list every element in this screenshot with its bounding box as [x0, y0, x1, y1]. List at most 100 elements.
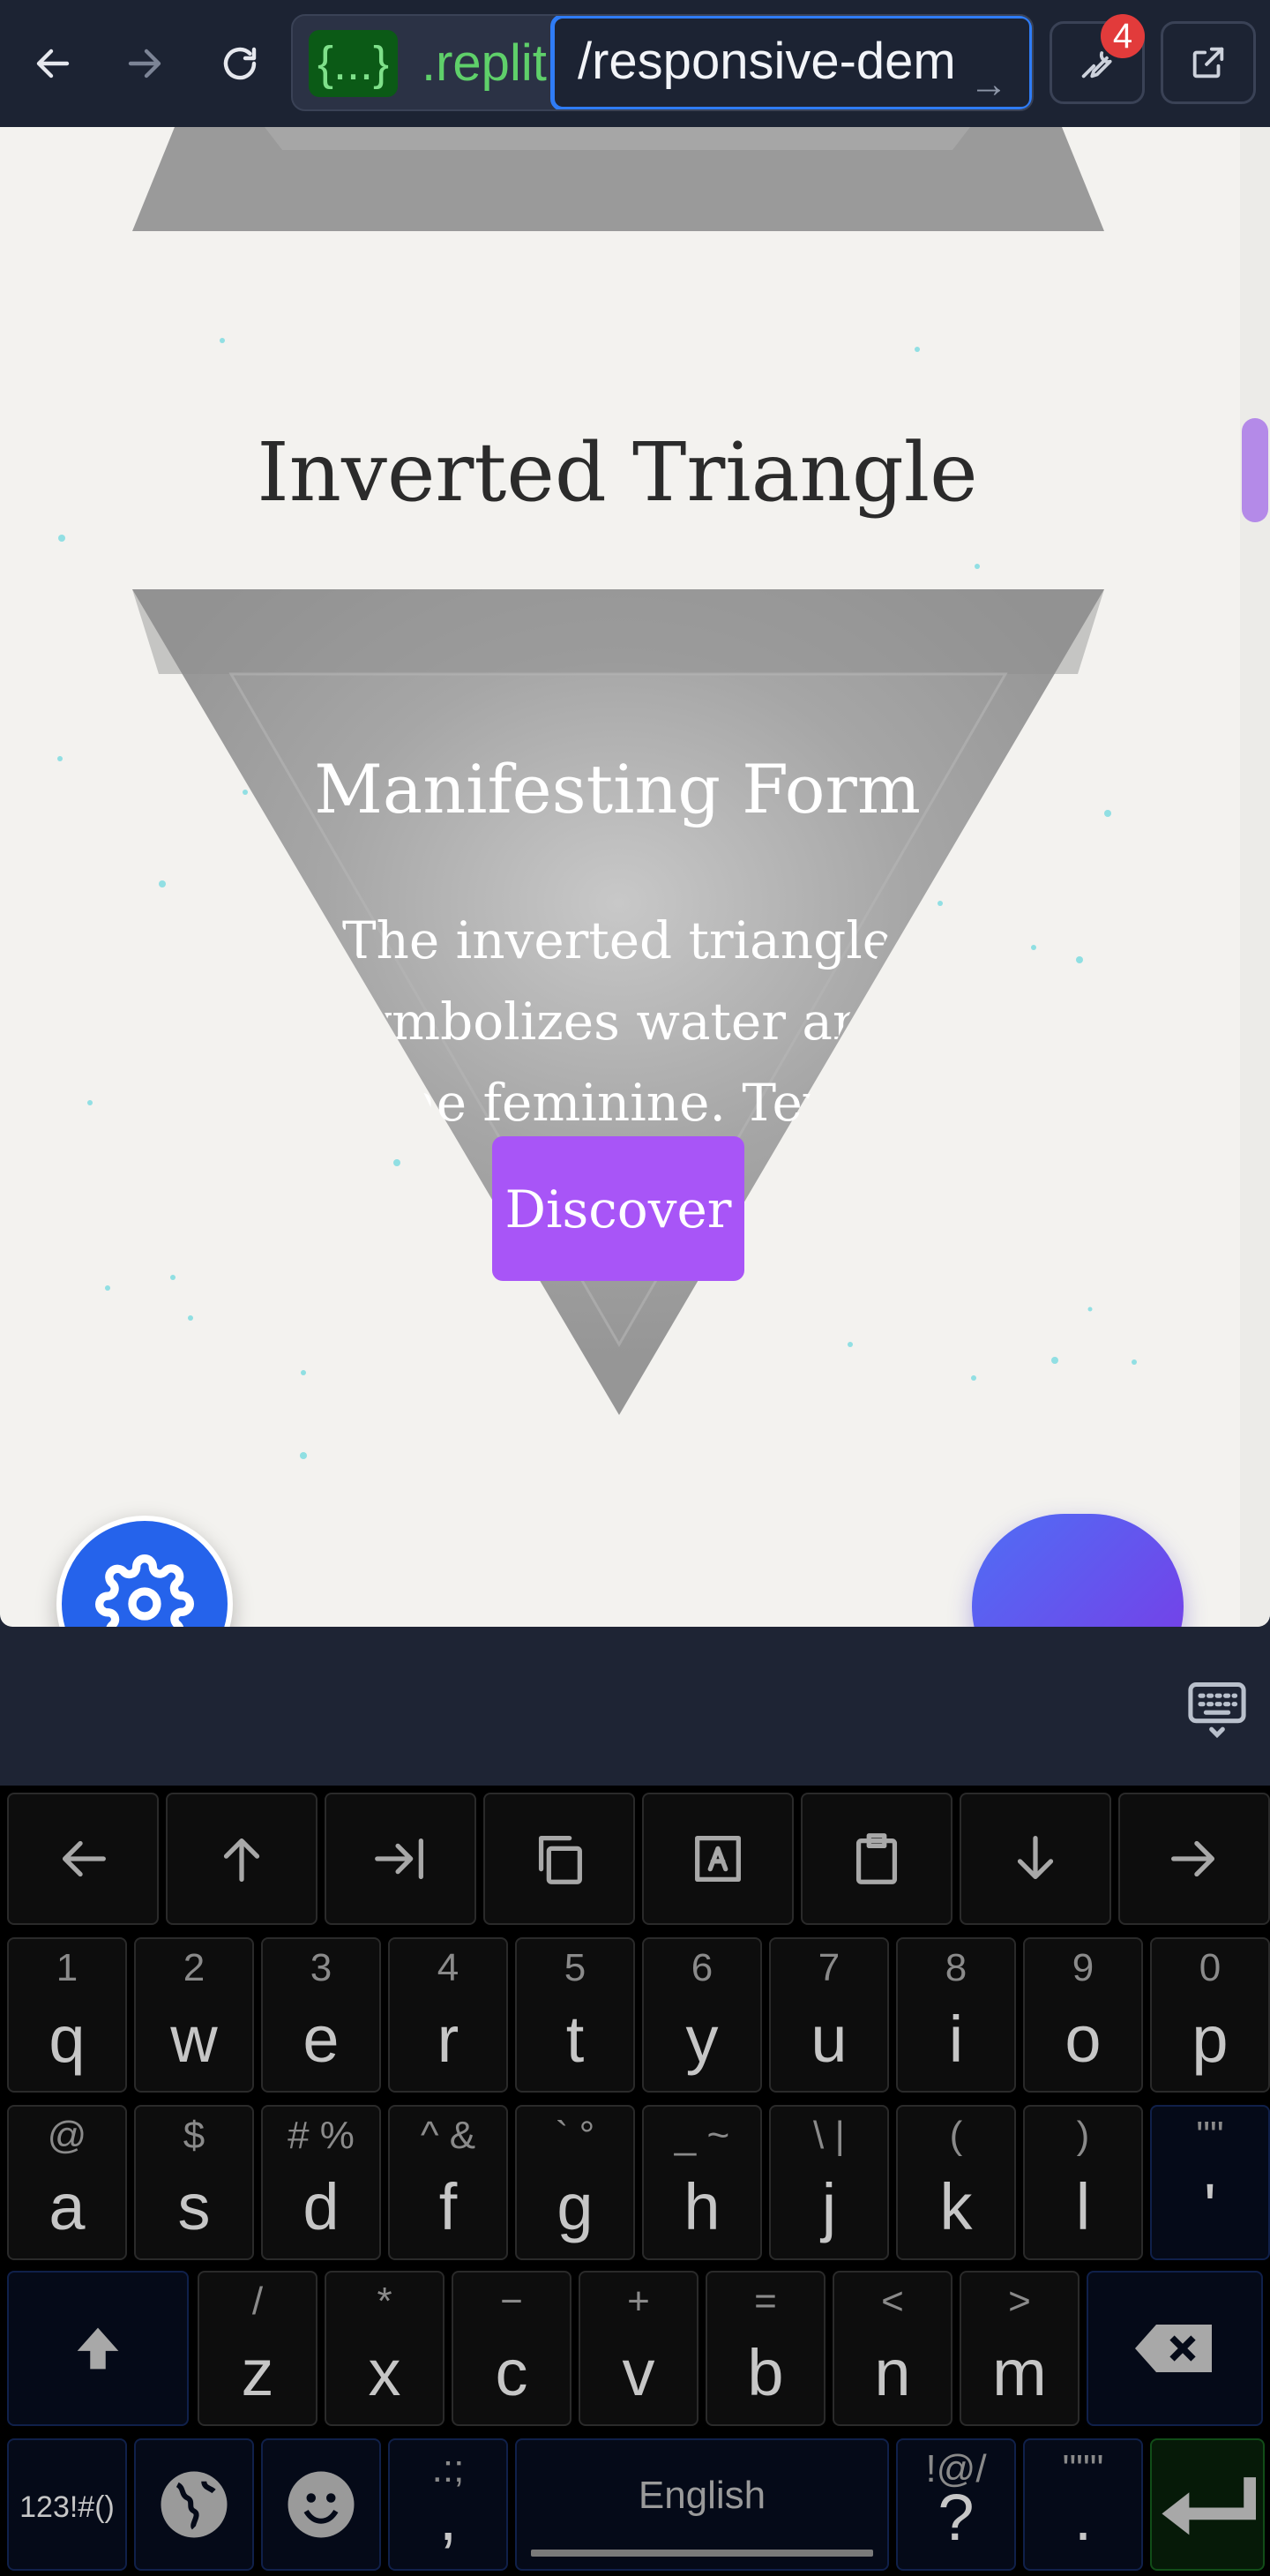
- keyboard-toolbar-key[interactable]: [166, 1793, 318, 1925]
- key-d[interactable]: # % d: [261, 2105, 381, 2260]
- shift-key[interactable]: [7, 2271, 189, 2426]
- key-secondary-label: 7: [818, 1946, 840, 1989]
- url-bar[interactable]: {...} .replit /responsive-dem →: [291, 14, 1034, 111]
- keyboard-toolbar-key[interactable]: [1118, 1793, 1270, 1925]
- key-secondary-label: 4: [437, 1946, 459, 1989]
- key-r[interactable]: 4r: [388, 1937, 508, 2093]
- globe-icon: [161, 2471, 228, 2538]
- key-b[interactable]: = b: [706, 2271, 826, 2426]
- key-label: d: [303, 2170, 340, 2243]
- key-label: e: [303, 2003, 340, 2076]
- keyboard-toolbar-key[interactable]: [801, 1793, 952, 1925]
- inverted-triangle-shape: [132, 589, 1104, 1415]
- key-secondary-label: 6: [691, 1946, 713, 1989]
- key-secondary-label: 0: [1199, 1946, 1221, 1989]
- key-i[interactable]: 8i: [896, 1937, 1016, 2093]
- key-secondary-label: 1: [56, 1946, 78, 1989]
- key-label: ,: [438, 2481, 458, 2554]
- soft-keyboard: 1 q 2 w 3 e 4 r 5 t 6 y 7 u 8 i 9 o 0 p @ a $ s # % d ^ & f ` ° g _ ~ h…: [0, 1786, 1270, 2576]
- key-secondary-label: 2: [183, 1946, 205, 1989]
- key-label: y: [685, 2003, 719, 2076]
- key-secondary-label: (: [949, 2114, 963, 2157]
- keyboard-toolbar-key[interactable]: [7, 1793, 159, 1925]
- keyboard-toolbar-key[interactable]: [960, 1793, 1111, 1925]
- key-j[interactable]: \ | j: [769, 2105, 889, 2260]
- key-g[interactable]: ` ° g: [515, 2105, 635, 2260]
- symbols-key[interactable]: 123!#(): [7, 2438, 127, 2571]
- key-label: a: [49, 2170, 86, 2243]
- discover-button[interactable]: Discover: [492, 1136, 744, 1281]
- key-q[interactable]: 1q: [7, 1937, 127, 2093]
- forward-button[interactable]: [113, 32, 176, 95]
- key-s[interactable]: $ s: [134, 2105, 254, 2260]
- key-label: 123!#(): [19, 2490, 115, 2524]
- key-secondary-label: <: [881, 2280, 904, 2323]
- key-n[interactable]: < n: [833, 2271, 952, 2426]
- period-key[interactable]: """.: [1023, 2438, 1143, 2571]
- key-secondary-label: ` °: [555, 2114, 595, 2157]
- keyboard-toolbar-key[interactable]: [325, 1793, 476, 1925]
- key-z[interactable]: / z: [198, 2271, 318, 2426]
- key-a[interactable]: @ a: [7, 2105, 127, 2260]
- comma-key[interactable]: .:;,: [388, 2438, 508, 2571]
- key-label: m: [992, 2336, 1047, 2409]
- key-t[interactable]: 5t: [515, 1937, 635, 2093]
- back-button[interactable]: [21, 32, 85, 95]
- key-secondary-label: _ ~: [674, 2114, 730, 2157]
- key-w[interactable]: 2w: [134, 1937, 254, 2093]
- key-secondary-label: # %: [288, 2114, 355, 2157]
- key-p[interactable]: 0p: [1150, 1937, 1270, 2093]
- key-v[interactable]: + v: [579, 2271, 698, 2426]
- key-label: c: [495, 2336, 528, 2409]
- question-key[interactable]: !@/?: [896, 2438, 1016, 2571]
- key-x[interactable]: * x: [325, 2271, 444, 2426]
- key-secondary-label: =: [754, 2280, 777, 2323]
- keyboard-toolbar-key[interactable]: [642, 1793, 794, 1925]
- key-label: n: [874, 2336, 911, 2409]
- key-label: i: [948, 2003, 964, 2076]
- key-o[interactable]: 9o: [1023, 1937, 1143, 2093]
- emoji-key[interactable]: [261, 2438, 381, 2571]
- key-label: l: [1075, 2170, 1091, 2243]
- notification-badge: 4: [1101, 14, 1145, 58]
- key-e[interactable]: 3e: [261, 1937, 381, 2093]
- key-c[interactable]: − c: [452, 2271, 572, 2426]
- key-label: p: [1192, 2003, 1229, 2076]
- open-external-button[interactable]: [1161, 21, 1256, 104]
- keyboard-toolbar-key[interactable]: [483, 1793, 635, 1925]
- key-u[interactable]: 7u: [769, 1937, 889, 2093]
- web-page: Inverted Triangle Manifesting Form The i…: [0, 127, 1270, 1627]
- key-secondary-label: *: [377, 2280, 392, 2323]
- backspace-icon: [1135, 2325, 1212, 2372]
- key-f[interactable]: ^ & f: [388, 2105, 508, 2260]
- key-label: q: [49, 2003, 86, 2076]
- reload-button[interactable]: [208, 32, 272, 95]
- key-label: r: [437, 2003, 459, 2076]
- key-secondary-label: "": [1196, 2114, 1224, 2157]
- key-m[interactable]: > m: [960, 2271, 1080, 2426]
- backspace-key[interactable]: [1087, 2271, 1263, 2426]
- key-label: b: [747, 2336, 784, 2409]
- space-key[interactable]: English: [515, 2438, 889, 2571]
- key-h[interactable]: _ ~ h: [642, 2105, 762, 2260]
- key-label: v: [622, 2336, 655, 2409]
- key-label: English: [638, 2474, 766, 2517]
- enter-key[interactable]: [1150, 2438, 1265, 2571]
- scrollbar-thumb[interactable]: [1242, 418, 1268, 522]
- key-secondary-label: −: [500, 2280, 523, 2323]
- key-y[interactable]: 6y: [642, 1937, 762, 2093]
- url-path-input[interactable]: /responsive-dem →: [550, 16, 1032, 109]
- key-secondary-label: ^ &: [420, 2114, 476, 2157]
- key-l[interactable]: ) l: [1023, 2105, 1143, 2260]
- hide-keyboard-icon[interactable]: [1184, 1676, 1251, 1743]
- down-arrow-icon: [1017, 1836, 1054, 1880]
- key-label: k: [939, 2170, 973, 2243]
- key-apostrophe[interactable]: "" ': [1150, 2105, 1270, 2260]
- page-scrollbar[interactable]: [1240, 127, 1270, 1627]
- language-key[interactable]: [134, 2438, 254, 2571]
- url-go-icon[interactable]: →: [969, 41, 1008, 107]
- url-path-text: /responsive-dem: [578, 33, 956, 90]
- emoji-icon: [288, 2471, 355, 2538]
- key-label: u: [811, 2003, 848, 2076]
- key-k[interactable]: (k: [896, 2105, 1016, 2260]
